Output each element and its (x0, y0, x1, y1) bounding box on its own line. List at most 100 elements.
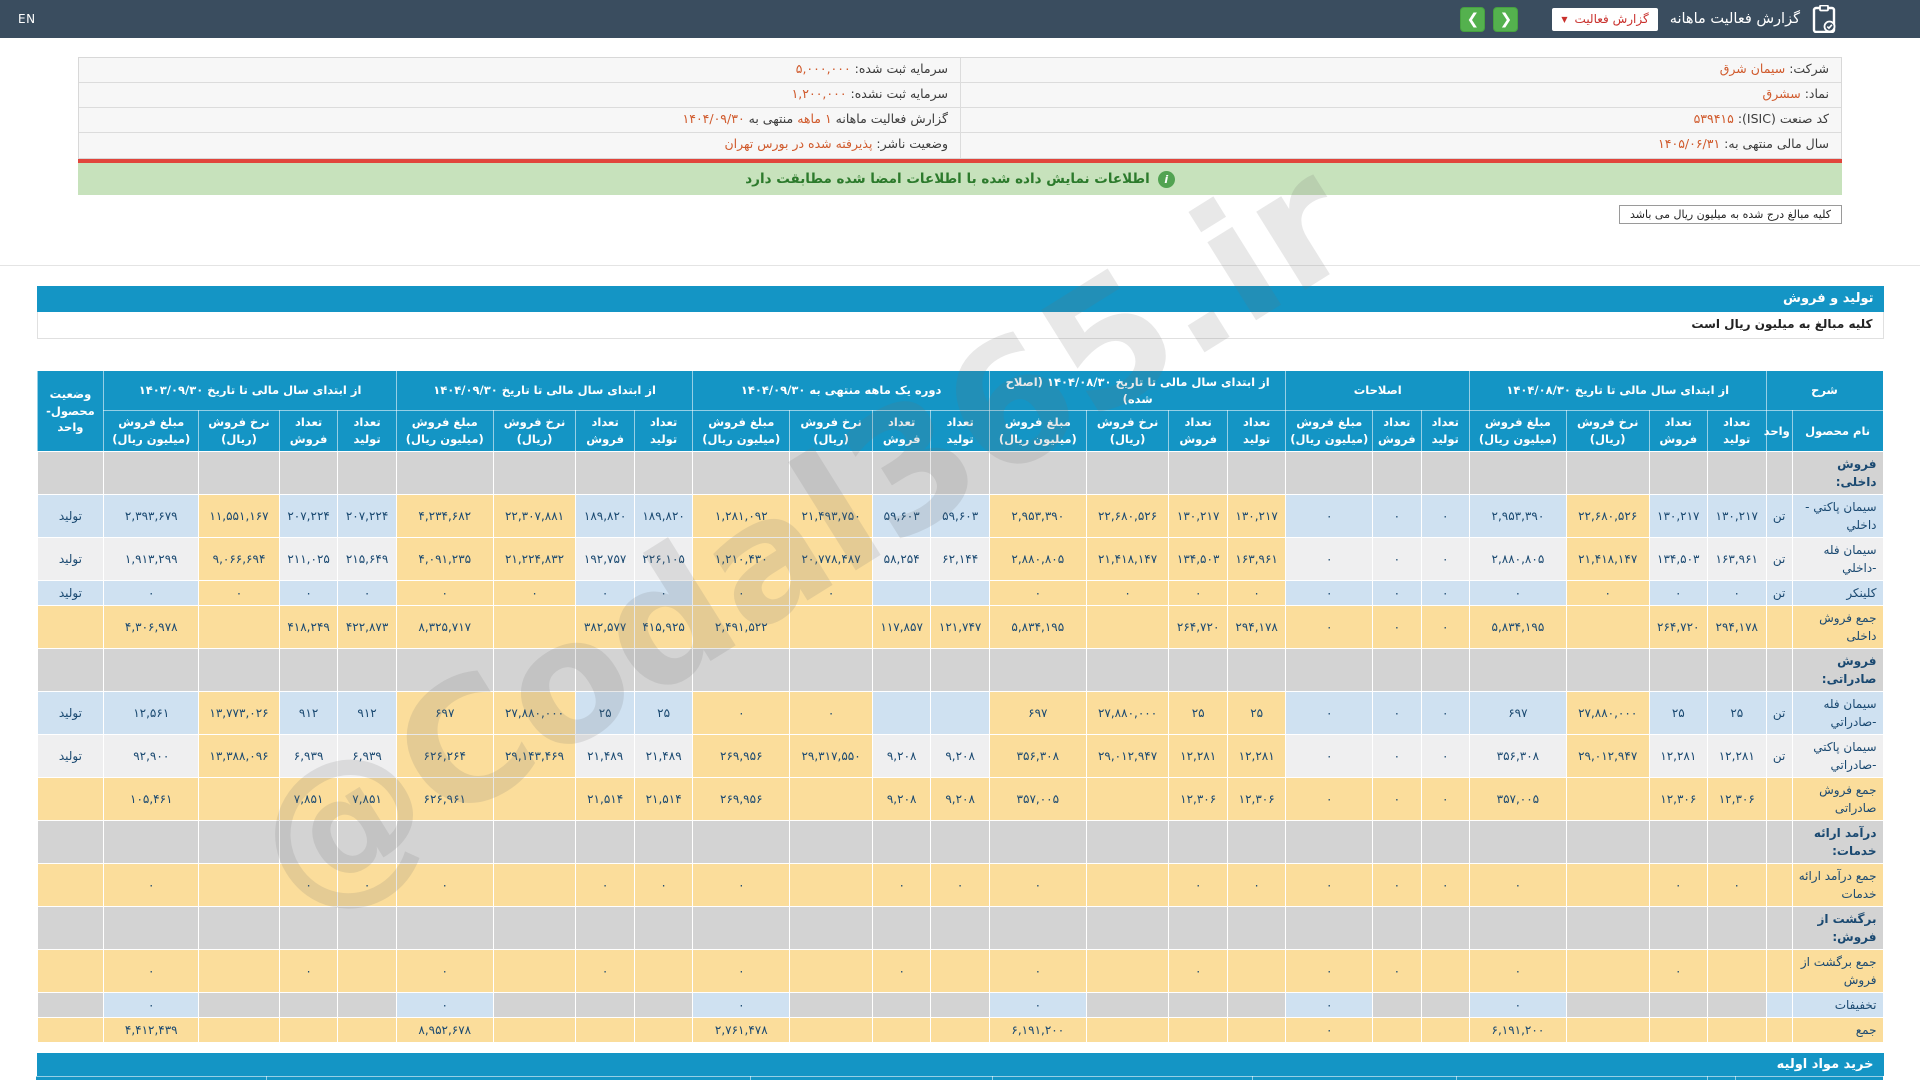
value-cell (278, 991, 339, 1018)
value-cell: ۰ (1707, 579, 1767, 606)
value-cell (278, 1016, 339, 1043)
value-cell: ۲۷,۸۸۰,۰۰۰ (1085, 690, 1170, 735)
sale-amount-header: مبلغ فروش (میلیون ریال) (988, 410, 1087, 452)
value-cell (1085, 647, 1170, 692)
sale-amount-header: مبلغ فروش (میلیون ریال) (692, 410, 791, 452)
value-cell (1085, 991, 1170, 1018)
value-cell (1085, 948, 1170, 993)
value-cell: ۱۲,۲۸۱ (1648, 733, 1709, 778)
value-cell: ۲۱,۴۱۸,۱۴۷ (1085, 536, 1170, 581)
value-cell (1226, 905, 1287, 950)
value-cell: ۶,۹۳۹ (278, 733, 339, 778)
value-cell: ۰ (1420, 690, 1470, 735)
value-cell: ۰ (1372, 862, 1422, 907)
info-value: ۱۴۰۴/۰۹/۳۰ (682, 111, 745, 126)
value-cell (930, 948, 990, 993)
value-cell: ۰ (692, 579, 791, 606)
value-cell (278, 647, 339, 692)
info-row-0: شرکت: سیمان شرق سرمایه ثبت شده: ۵,۰۰۰,۰۰… (79, 58, 1841, 83)
nav-next-button[interactable]: ❯ (1493, 6, 1519, 32)
value-cell: ۲۵ (1707, 690, 1767, 735)
qty-produced-header: تعداد تولید (930, 410, 990, 452)
info-cell-left: سرمایه ثبت نشده: ۱,۲۰۰,۰۰۰ (79, 83, 960, 107)
info-value: ۱ ماهه (793, 111, 832, 126)
status-cell: تولید (36, 493, 105, 538)
value-cell: ۱۱۷,۸۵۷ (871, 604, 932, 649)
period-group-header: از ابتدای سال مالی تا تاریخ ۱۴۰۴/۰۸/۳۰ (1468, 369, 1767, 412)
product-name-header: نام محصول (1791, 410, 1884, 452)
unit-cell (1765, 991, 1793, 1018)
nav-prev-button[interactable]: ❮ (1460, 6, 1486, 32)
value-cell (1565, 604, 1650, 649)
info-icon: i (1157, 170, 1175, 188)
language-switch-en[interactable]: EN (18, 12, 36, 26)
value-cell (198, 862, 280, 907)
value-cell: ۰ (930, 862, 990, 907)
value-cell (1707, 1016, 1767, 1043)
value-cell: ۰ (1285, 493, 1374, 538)
value-cell (395, 905, 494, 950)
info-value: ۵,۰۰۰,۰۰۰ (795, 61, 851, 76)
value-cell: ۰ (1085, 579, 1170, 606)
value-cell (871, 450, 932, 495)
value-cell: ۶۹۷ (1468, 690, 1567, 735)
value-cell: ۲۵ (1226, 690, 1287, 735)
value-cell (930, 690, 990, 735)
info-row-1: نماد: سشرق سرمایه ثبت نشده: ۱,۲۰۰,۰۰۰ (79, 83, 1841, 108)
info-cell-right: کد صنعت (ISIC): ۵۳۹۴۱۵ (960, 108, 1841, 132)
value-cell: ۰ (337, 579, 397, 606)
value-cell: ۰ (1372, 776, 1422, 821)
info-label: سال مالی منتهی به: (1720, 136, 1829, 151)
value-cell: ۶,۹۳۹ (337, 733, 397, 778)
value-cell (1648, 1016, 1709, 1043)
value-cell: ۹۱۲ (337, 690, 397, 735)
report-type-dropdown[interactable]: گزارش فعالیت ▼ (1552, 7, 1658, 31)
value-cell: ۰ (1372, 493, 1422, 538)
sale-rate-header: نرخ فروش (ریال) (1565, 410, 1650, 452)
value-cell (1707, 450, 1767, 495)
value-cell: ۱۲,۳۰۶ (1168, 776, 1228, 821)
value-cell (278, 905, 339, 950)
unit-cell: تن (1765, 493, 1793, 538)
value-cell: ۱۶۳,۹۶۱ (1226, 536, 1287, 581)
value-cell (1707, 819, 1767, 864)
value-cell: ۲۹,۳۱۷,۵۵۰ (789, 733, 873, 778)
value-cell: ۶۲,۱۴۴ (930, 536, 990, 581)
value-cell: ۰ (692, 948, 791, 993)
value-cell (1648, 450, 1709, 495)
table-row: تخفیفات ۰ ۰ ۰ ۰ ۰ ۰ (36, 991, 1884, 1018)
value-cell: ۱۳,۳۸۸,۰۹۶ (198, 733, 280, 778)
value-cell (692, 450, 791, 495)
info-label: منتهی به (744, 111, 794, 126)
chevron-down-icon: ▼ (1561, 14, 1568, 24)
value-cell (1372, 450, 1422, 495)
value-cell (492, 647, 577, 692)
value-cell: ۰ (988, 948, 1087, 993)
value-cell: ۷,۸۵۱ (278, 776, 339, 821)
sale-amount-header: مبلغ فروش (میلیون ریال) (1468, 410, 1567, 452)
value-cell (1648, 991, 1709, 1018)
value-cell: ۰ (1468, 948, 1567, 993)
value-cell: ۰ (1285, 690, 1374, 735)
value-cell: ۱۳۰,۲۱۷ (1168, 493, 1228, 538)
row-label: سیمان فله -داخلي (1791, 536, 1884, 581)
value-cell: ۰ (103, 991, 200, 1018)
value-cell (633, 647, 694, 692)
value-cell: ۰ (988, 862, 1087, 907)
value-cell: ۰ (1372, 733, 1422, 778)
value-cell (1085, 450, 1170, 495)
value-cell: ۶۹۷ (988, 690, 1087, 735)
info-value: ۱,۲۰۰,۰۰۰ (791, 86, 847, 101)
value-cell (988, 450, 1087, 495)
qty-sold-header: تعداد فروش (1648, 410, 1709, 452)
value-cell (1420, 819, 1470, 864)
value-cell: ۹,۲۰۸ (871, 733, 932, 778)
unit-cell (1765, 450, 1793, 495)
value-cell: ۰ (871, 862, 932, 907)
qty-sold-header: تعداد فروش (278, 410, 339, 452)
value-cell: ۰ (1285, 579, 1374, 606)
value-cell (575, 647, 635, 692)
value-cell: ۲,۷۶۱,۴۷۸ (692, 1016, 791, 1043)
value-cell: ۶,۱۹۱,۲۰۰ (988, 1016, 1087, 1043)
unit-cell: تن (1765, 733, 1793, 778)
